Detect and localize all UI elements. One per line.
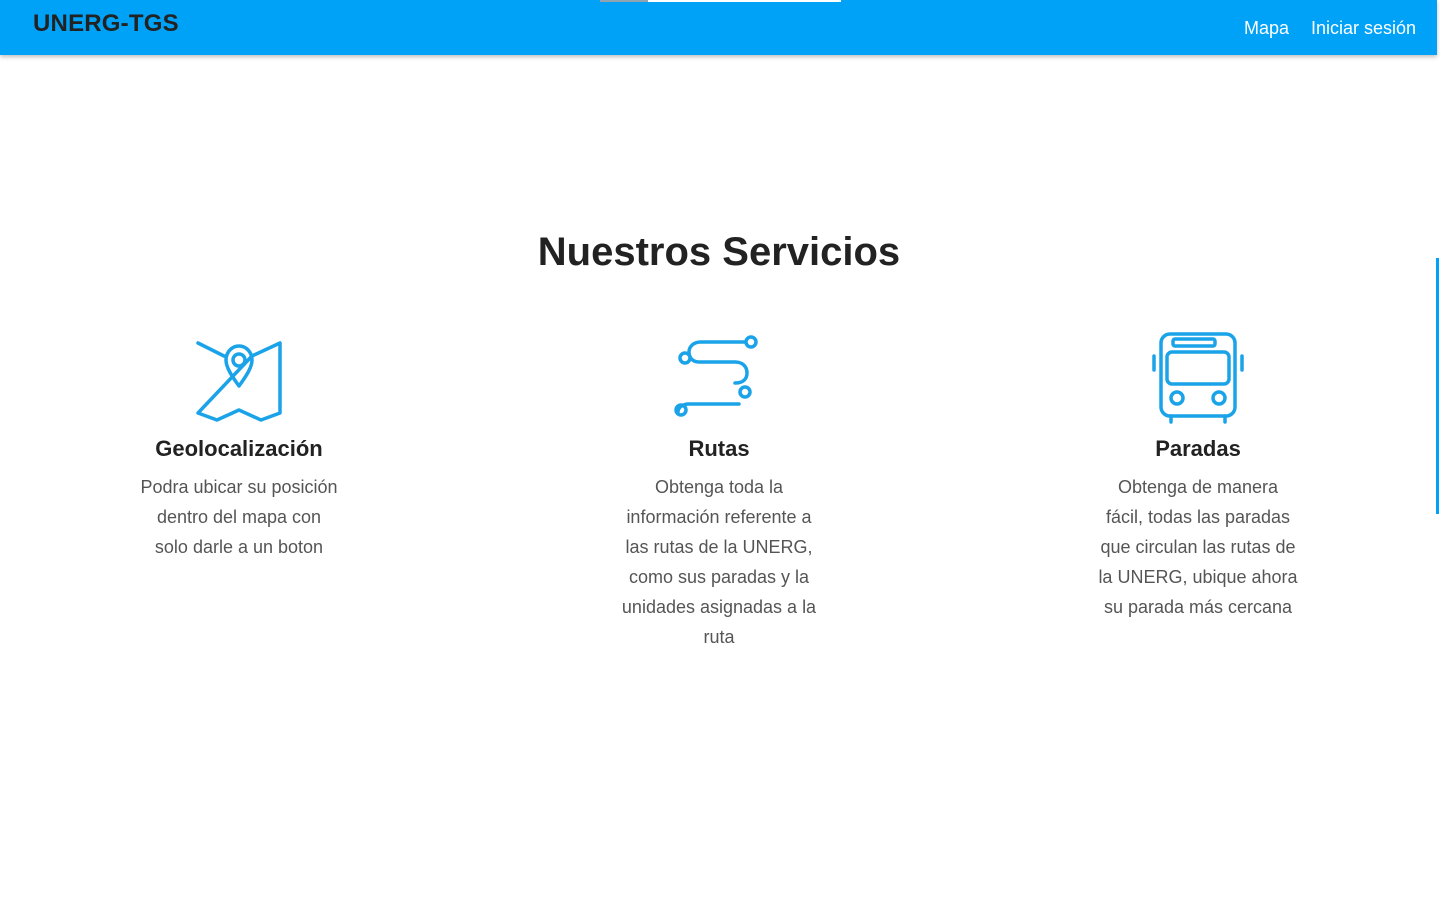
bus-icon xyxy=(1152,332,1244,424)
scrollbar-thumb[interactable] xyxy=(1436,258,1439,514)
service-description: Obtenga toda la información referente a … xyxy=(621,477,817,647)
brand-logo[interactable]: UNERG-TGS xyxy=(33,10,179,38)
service-rutas: Rutas Obtenga toda la información refere… xyxy=(599,330,839,652)
service-description: Obtenga de manera fácil, todas las parad… xyxy=(1098,477,1298,617)
route-icon xyxy=(674,335,758,417)
service-description: Podra ubicar su posición dentro del mapa… xyxy=(140,477,338,557)
map-pin-icon xyxy=(196,341,282,422)
nav-link-login[interactable]: Iniciar sesión xyxy=(1311,18,1416,39)
service-paradas: Paradas Obtenga de manera fácil, todas l… xyxy=(1078,330,1318,622)
service-geolocalizacion: Geolocalización Podra ubicar su posición… xyxy=(119,330,359,562)
service-title: Rutas xyxy=(688,436,750,461)
top-indicator xyxy=(600,0,648,2)
page-title: Nuestros Servicios xyxy=(537,230,901,274)
nav-link-mapa[interactable]: Mapa xyxy=(1244,18,1289,39)
service-title: Paradas xyxy=(1155,436,1241,461)
navbar: UNERG-TGS Mapa Iniciar sesión xyxy=(0,0,1437,55)
service-title: Geolocalización xyxy=(155,436,323,461)
top-indicator-highlight xyxy=(648,0,841,2)
